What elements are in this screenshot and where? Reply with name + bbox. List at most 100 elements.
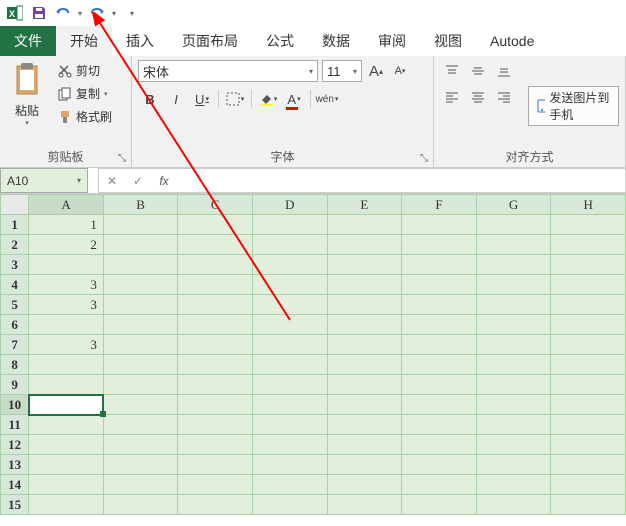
cell-F6[interactable]	[402, 315, 477, 335]
tab-formulas[interactable]: 公式	[252, 26, 308, 56]
cell-B12[interactable]	[103, 435, 178, 455]
border-button[interactable]: ▾	[223, 88, 247, 110]
cell-B1[interactable]	[103, 215, 178, 235]
row-header-7[interactable]: 7	[1, 335, 29, 355]
cell-H1[interactable]	[551, 215, 626, 235]
cell-H9[interactable]	[551, 375, 626, 395]
tab-autodesk[interactable]: Autode	[476, 26, 548, 56]
cell-H6[interactable]	[551, 315, 626, 335]
cell-D2[interactable]	[253, 235, 328, 255]
cell-B14[interactable]	[103, 475, 178, 495]
redo-icon[interactable]	[86, 2, 108, 24]
cell-C14[interactable]	[178, 475, 253, 495]
redo-dropdown-icon[interactable]: ▾	[110, 9, 118, 18]
cell-B5[interactable]	[103, 295, 178, 315]
enter-formula-icon[interactable]: ✓	[125, 169, 151, 193]
cell-C5[interactable]	[178, 295, 253, 315]
cell-A13[interactable]	[29, 455, 104, 475]
cell-F3[interactable]	[402, 255, 477, 275]
cell-F8[interactable]	[402, 355, 477, 375]
cell-F13[interactable]	[402, 455, 477, 475]
cell-C7[interactable]	[178, 335, 253, 355]
cell-B4[interactable]	[103, 275, 178, 295]
row-header-11[interactable]: 11	[1, 415, 29, 435]
cell-D15[interactable]	[253, 495, 328, 515]
cell-A2[interactable]: 2	[29, 235, 104, 255]
cell-D1[interactable]	[253, 215, 328, 235]
qat-customize-icon[interactable]: ▾	[128, 9, 136, 18]
cell-E4[interactable]	[327, 275, 402, 295]
cell-B6[interactable]	[103, 315, 178, 335]
cell-C3[interactable]	[178, 255, 253, 275]
cell-D5[interactable]	[253, 295, 328, 315]
row-header-9[interactable]: 9	[1, 375, 29, 395]
cell-D10[interactable]	[253, 395, 328, 415]
cell-D6[interactable]	[253, 315, 328, 335]
cell-A9[interactable]	[29, 375, 104, 395]
col-header-E[interactable]: E	[327, 195, 402, 215]
cell-F12[interactable]	[402, 435, 477, 455]
save-icon[interactable]	[28, 2, 50, 24]
cell-C6[interactable]	[178, 315, 253, 335]
tab-data[interactable]: 数据	[308, 26, 364, 56]
decrease-font-icon[interactable]: A▾	[390, 60, 410, 82]
cell-A11[interactable]	[29, 415, 104, 435]
cell-E5[interactable]	[327, 295, 402, 315]
cell-C10[interactable]	[178, 395, 253, 415]
cell-H15[interactable]	[551, 495, 626, 515]
cell-G12[interactable]	[476, 435, 551, 455]
font-launcher-icon[interactable]: ⤡	[417, 151, 431, 165]
cell-D12[interactable]	[253, 435, 328, 455]
undo-dropdown-icon[interactable]: ▾	[76, 9, 84, 18]
cell-G6[interactable]	[476, 315, 551, 335]
font-size-combo[interactable]: 11 ▾	[322, 60, 362, 82]
tab-home[interactable]: 开始	[56, 26, 112, 56]
copy-button[interactable]: 复制 ▾	[54, 83, 116, 104]
cell-E15[interactable]	[327, 495, 402, 515]
cell-H12[interactable]	[551, 435, 626, 455]
row-header-3[interactable]: 3	[1, 255, 29, 275]
cell-F1[interactable]	[402, 215, 477, 235]
col-header-F[interactable]: F	[402, 195, 477, 215]
cell-A7[interactable]: 3	[29, 335, 104, 355]
cut-button[interactable]: 剪切	[54, 60, 116, 81]
cell-B3[interactable]	[103, 255, 178, 275]
cell-E6[interactable]	[327, 315, 402, 335]
font-color-button[interactable]: A▾	[282, 88, 306, 110]
cell-F2[interactable]	[402, 235, 477, 255]
cancel-formula-icon[interactable]: ✕	[99, 169, 125, 193]
col-header-H[interactable]: H	[551, 195, 626, 215]
cell-F4[interactable]	[402, 275, 477, 295]
cell-D13[interactable]	[253, 455, 328, 475]
row-header-1[interactable]: 1	[1, 215, 29, 235]
cell-D3[interactable]	[253, 255, 328, 275]
tab-file[interactable]: 文件	[0, 26, 56, 56]
cell-B8[interactable]	[103, 355, 178, 375]
cell-F15[interactable]	[402, 495, 477, 515]
select-all-corner[interactable]	[1, 195, 29, 215]
cell-H2[interactable]	[551, 235, 626, 255]
row-header-8[interactable]: 8	[1, 355, 29, 375]
align-center-icon[interactable]	[466, 86, 490, 108]
cell-C9[interactable]	[178, 375, 253, 395]
cell-D7[interactable]	[253, 335, 328, 355]
formula-input[interactable]	[177, 168, 626, 193]
bold-button[interactable]: B	[138, 88, 162, 110]
align-middle-icon[interactable]	[466, 60, 490, 82]
send-to-phone-button[interactable]: 发送图片到手机	[528, 86, 619, 126]
align-bottom-icon[interactable]	[492, 60, 516, 82]
cell-E9[interactable]	[327, 375, 402, 395]
increase-font-icon[interactable]: A▴	[366, 60, 386, 82]
cell-G2[interactable]	[476, 235, 551, 255]
cell-F5[interactable]	[402, 295, 477, 315]
cell-H14[interactable]	[551, 475, 626, 495]
row-header-14[interactable]: 14	[1, 475, 29, 495]
tab-view[interactable]: 视图	[420, 26, 476, 56]
cell-A12[interactable]	[29, 435, 104, 455]
cell-H5[interactable]	[551, 295, 626, 315]
cell-C2[interactable]	[178, 235, 253, 255]
cell-B7[interactable]	[103, 335, 178, 355]
cell-G8[interactable]	[476, 355, 551, 375]
cell-G4[interactable]	[476, 275, 551, 295]
tab-insert[interactable]: 插入	[112, 26, 168, 56]
